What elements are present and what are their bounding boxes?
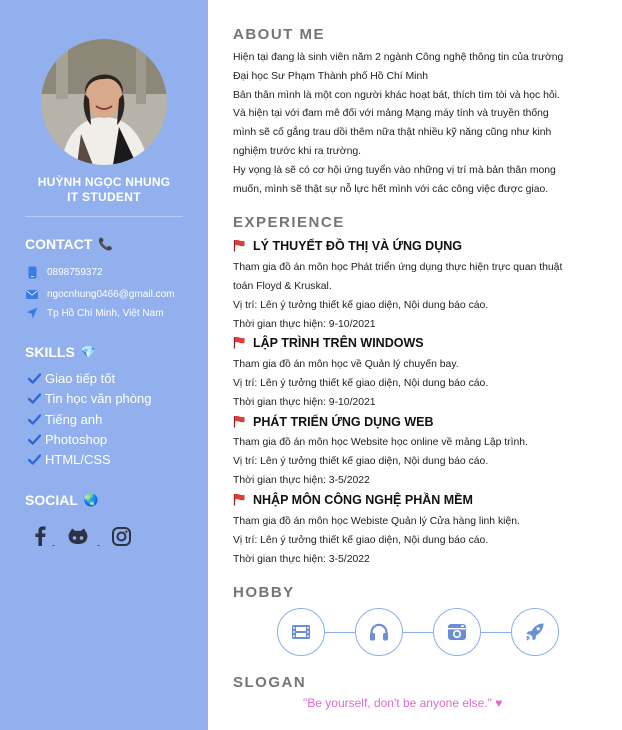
contact-location: Tp Hồ Chí Minh, Việt Nam bbox=[25, 306, 164, 320]
mobile-icon bbox=[25, 265, 39, 279]
experience-desc1: Tham gia đồ án môn học Website học onlin… bbox=[233, 437, 528, 448]
experience-desc1: Tham gia đồ án môn học Webiste Quản lý C… bbox=[233, 516, 520, 527]
experience-time: Thời gian thực hiện: 9-10/2021 bbox=[233, 397, 376, 408]
slogan-heading: SLOGAN bbox=[233, 674, 307, 691]
skill-label: Tiếng anh bbox=[45, 412, 103, 427]
film-icon bbox=[277, 608, 325, 656]
envelope-icon bbox=[25, 287, 39, 301]
location-arrow-icon bbox=[25, 306, 39, 320]
experience-time: Thời gian thực hiện: 9-10/2021 bbox=[233, 319, 376, 330]
red-flag-icon bbox=[233, 336, 247, 350]
social-links bbox=[34, 526, 131, 546]
experience-desc2: toán Floyd & Kruskal. bbox=[233, 281, 332, 292]
profile-role: IT STUDENT bbox=[67, 190, 141, 204]
github-icon[interactable] bbox=[67, 528, 89, 546]
about-line: Bản thân mình là một con người khác hoạt… bbox=[233, 89, 560, 101]
about-line: Hiện tại đang là sinh viên năm 2 ngành C… bbox=[233, 52, 564, 63]
avatar bbox=[41, 39, 167, 165]
social-heading: SOCIAL 🌏 bbox=[25, 492, 99, 508]
check-icon bbox=[28, 434, 42, 445]
experience-title-text: NHẬP MÔN CÔNG NGHỆ PHẦN MỀM bbox=[253, 493, 473, 507]
experience-role: Vị trí: Lên ý tưởng thiết kế giao diện, … bbox=[233, 535, 489, 546]
skill-label: HTML/CSS bbox=[45, 452, 111, 467]
check-icon bbox=[28, 373, 42, 384]
phone-number[interactable]: 0898759372 bbox=[47, 267, 103, 278]
sidebar: HUỲNH NGỌC NHUNG IT STUDENT CONTACT 📞 08… bbox=[0, 0, 208, 730]
check-icon bbox=[28, 393, 42, 404]
skill-item: Giao tiếp tốt bbox=[28, 371, 115, 386]
contact-heading-label: CONTACT bbox=[25, 236, 93, 252]
skill-item: HTML/CSS bbox=[28, 452, 111, 467]
check-icon bbox=[28, 454, 42, 465]
experience-heading: EXPERIENCE bbox=[233, 214, 345, 231]
skills-heading: SKILLS 💎 bbox=[25, 344, 96, 360]
skill-label: Tin học văn phòng bbox=[45, 391, 152, 406]
gem-emoji-icon: 💎 bbox=[80, 345, 96, 359]
hobby-heading: HOBBY bbox=[233, 584, 295, 601]
link-underline bbox=[52, 545, 55, 546]
headphones-icon bbox=[355, 608, 403, 656]
experience-desc1: Tham gia đồ án môn học về Quản lý chuyến… bbox=[233, 359, 459, 370]
camera-icon bbox=[433, 608, 481, 656]
about-line: Hy vọng là sẽ có cơ hội ứng tuyển vào nh… bbox=[233, 164, 556, 176]
skills-heading-label: SKILLS bbox=[25, 344, 75, 360]
phone-emoji-icon: 📞 bbox=[98, 237, 114, 251]
contact-email: ngocnhung0466@gmail.com bbox=[25, 287, 174, 301]
link-underline bbox=[97, 545, 100, 546]
experience-time: Thời gian thực hiện: 3-5/2022 bbox=[233, 554, 370, 565]
skill-item: Tin học văn phòng bbox=[28, 391, 151, 406]
about-heading: ABOUT ME bbox=[233, 26, 325, 43]
email-address[interactable]: ngocnhung0466@gmail.com bbox=[47, 289, 174, 300]
skill-label: Giao tiếp tốt bbox=[45, 371, 116, 386]
red-flag-icon bbox=[233, 493, 247, 507]
contact-heading: CONTACT 📞 bbox=[25, 236, 113, 252]
profile-name: HUỲNH NGỌC NHUNG bbox=[37, 175, 171, 189]
experience-desc1: Tham gia đồ án môn học Phát triển ứng dụ… bbox=[233, 262, 563, 273]
experience-title: NHẬP MÔN CÔNG NGHỆ PHẦN MỀM bbox=[233, 493, 473, 507]
instagram-icon[interactable] bbox=[112, 527, 131, 546]
skill-item: Photoshop bbox=[28, 432, 107, 447]
globe-emoji-icon: 🌏 bbox=[83, 493, 99, 507]
experience-title-text: LẬP TRÌNH TRÊN WINDOWS bbox=[253, 336, 424, 350]
experience-title-text: LÝ THUYẾT ĐỒ THỊ VÀ ỨNG DỤNG bbox=[253, 239, 462, 253]
experience-title: LÝ THUYẾT ĐỒ THỊ VÀ ỨNG DỤNG bbox=[233, 239, 462, 253]
experience-role: Vị trí: Lên ý tưởng thiết kế giao diện, … bbox=[233, 456, 489, 467]
about-text: Hiện tại đang là sinh viên năm 2 ngành C… bbox=[233, 49, 603, 199]
slogan-text: "Be yourself, don't be anyone else." ♥ bbox=[303, 696, 503, 710]
experience-title: LẬP TRÌNH TRÊN WINDOWS bbox=[233, 336, 424, 350]
sidebar-divider bbox=[25, 216, 183, 217]
red-flag-icon bbox=[233, 415, 247, 429]
location-text: Tp Hồ Chí Minh, Việt Nam bbox=[47, 307, 164, 319]
social-heading-label: SOCIAL bbox=[25, 492, 78, 508]
about-line: Đại học Sư Phạm Thành phố Hồ Chí Minh bbox=[233, 70, 429, 82]
skill-label: Photoshop bbox=[45, 432, 108, 447]
about-line: muốn, mình sẽ thật sự nỗ lực hết mình vớ… bbox=[233, 183, 549, 195]
experience-role: Vị trí: Lên ý tưởng thiết kế giao diện, … bbox=[233, 378, 489, 389]
facebook-icon[interactable] bbox=[34, 526, 46, 546]
experience-title: PHÁT TRIỂN ỨNG DỤNG WEB bbox=[233, 415, 434, 429]
rocket-icon bbox=[511, 608, 559, 656]
experience-role: Vị trí: Lên ý tưởng thiết kế giao diện, … bbox=[233, 300, 489, 311]
red-flag-icon bbox=[233, 239, 247, 253]
experience-time: Thời gian thực hiện: 3-5/2022 bbox=[233, 475, 370, 486]
skill-item: Tiếng anh bbox=[28, 412, 102, 427]
experience-title-text: PHÁT TRIỂN ỨNG DỤNG WEB bbox=[253, 415, 434, 429]
about-line: nghiệm trước khi ra trường. bbox=[233, 145, 362, 157]
check-icon bbox=[28, 414, 42, 425]
about-line: Và hiện tại với đam mê đối với mảng Mạng… bbox=[233, 108, 549, 120]
contact-phone: 0898759372 bbox=[25, 265, 103, 279]
about-line: mình sẽ cố gắng trau dồi thêm nữa thật n… bbox=[233, 127, 552, 139]
